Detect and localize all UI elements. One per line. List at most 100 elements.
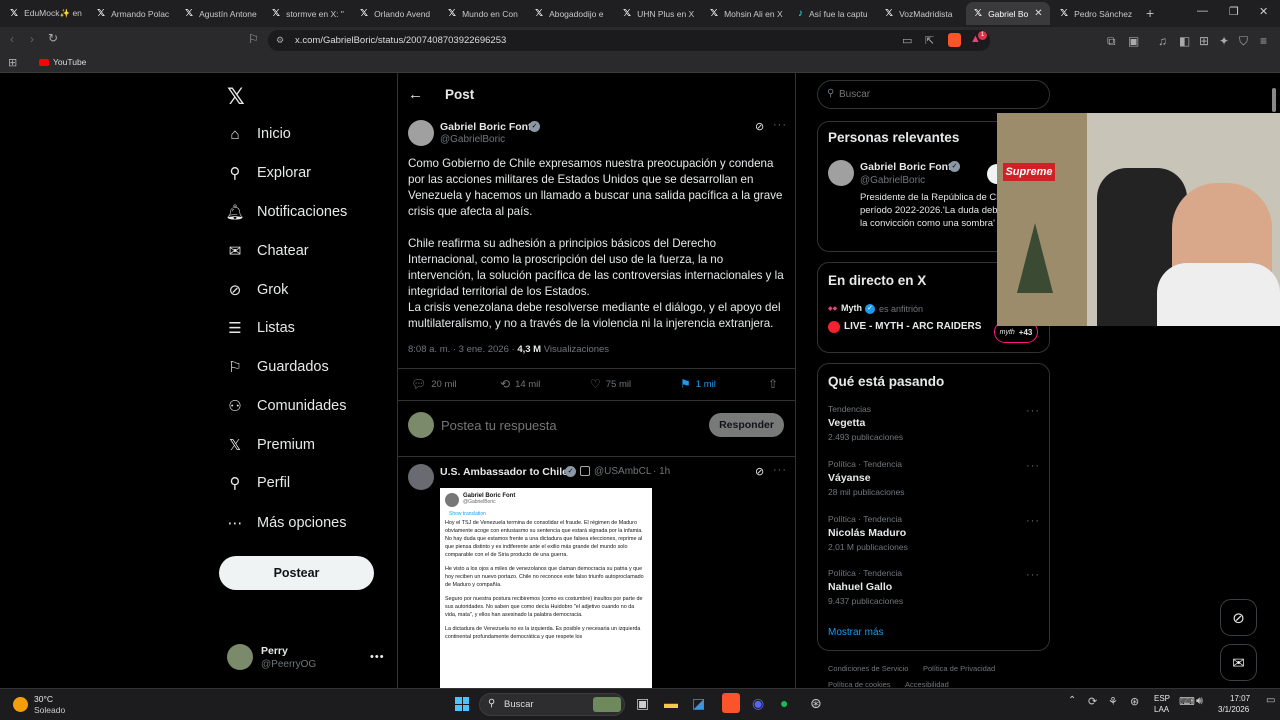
ai-icon[interactable]: ✦	[1219, 34, 1229, 48]
nav-item-guardados[interactable]: ⚐ Guardados	[226, 354, 328, 380]
nav-item-explorar[interactable]: ⚲ Explorar	[226, 160, 312, 186]
relevant-handle[interactable]: @GabrielBoric	[860, 175, 925, 186]
weather-desc[interactable]: Soleado	[34, 705, 65, 715]
cast-icon[interactable]: ▭	[902, 34, 912, 47]
tray-overflow-icon[interactable]: ⌃	[1068, 695, 1076, 706]
tray-vpn-icon[interactable]: ⚘	[1108, 695, 1118, 708]
trend-more-icon[interactable]: ···	[1026, 405, 1040, 417]
clock-time[interactable]: 17:07	[1230, 694, 1250, 703]
taskbar-search[interactable]: ⚲ Buscar	[479, 693, 625, 716]
relevant-avatar[interactable]	[828, 160, 854, 186]
browser-tab[interactable]: 𝕏 Armando Polac	[89, 2, 175, 25]
live-stream-title[interactable]: LIVE - MYTH - ARC RAIDERS	[844, 321, 981, 332]
reply-action[interactable]: 💬︎ 20 mil	[411, 377, 457, 391]
reply-author-avatar[interactable]	[408, 464, 434, 490]
close-tab-icon[interactable]: ✕	[1034, 8, 1042, 19]
trend-more-icon[interactable]: ···	[1026, 460, 1040, 472]
browser-tab[interactable]: 𝕏 Pedro Sánchez	[1052, 2, 1138, 25]
footer-link[interactable]: Condiciones de Servicio	[828, 664, 908, 673]
live-host[interactable]: Myth	[841, 303, 862, 313]
nav-item-comunidades[interactable]: ⚇ Comunidades	[226, 393, 346, 419]
browser-tab[interactable]: 𝕏 VozMadridista	[877, 2, 963, 25]
nav-item-notificaciones[interactable]: 🔔︎ Notificaciones	[225, 199, 347, 225]
reload-icon[interactable]: ↻	[48, 31, 58, 45]
back-icon[interactable]: ‹	[10, 32, 14, 46]
post-button[interactable]: Postear	[219, 556, 374, 590]
forward-icon[interactable]: ›	[30, 32, 34, 46]
browser-tab[interactable]: ♪ Así fue la captu	[790, 2, 876, 25]
bookmark-action[interactable]: ⚑ 1 mil	[680, 377, 716, 391]
share-action[interactable]: ⇧	[768, 377, 783, 391]
show-more-link[interactable]: Mostrar más	[828, 627, 884, 638]
extensions-icon[interactable]: ⧉	[1107, 34, 1116, 49]
trend-item[interactable]: Política · Tendencia Nicolás Maduro 2,01…	[828, 514, 908, 552]
nav-item-grok[interactable]: ⊘ Grok	[226, 277, 289, 303]
reply-timestamp[interactable]: · 1h	[653, 466, 670, 477]
account-avatar[interactable]	[227, 644, 253, 670]
repost-action[interactable]: ⟲ 14 mil	[500, 377, 540, 391]
menu-icon[interactable]: ≡	[1260, 34, 1267, 48]
brave-shield-icon[interactable]	[948, 33, 961, 47]
relevant-name[interactable]: Gabriel Boric Font	[860, 161, 952, 173]
trend-item[interactable]: Tendencias Vegetta 2.493 publicaciones	[828, 404, 903, 442]
leo-icon[interactable]: ⊞	[1199, 34, 1209, 48]
spotify-icon[interactable]: ●	[780, 695, 788, 711]
nav-item-perfil[interactable]: ⚲ Perfil	[226, 470, 291, 496]
browser-tab[interactable]: 𝕏 Mohsin Ali en X	[702, 2, 788, 25]
restore-icon[interactable]: ❐	[1229, 5, 1239, 18]
scrollbar-thumb[interactable]	[1272, 88, 1276, 112]
reply-input[interactable]	[441, 416, 691, 434]
browser-tab[interactable]: 𝕏 Agustín Antone	[177, 2, 263, 25]
author-handle[interactable]: @GabrielBoric	[440, 134, 505, 145]
more-icon[interactable]: ···	[773, 119, 787, 131]
browser-tab[interactable]: 𝕏 Abogadodijo e	[527, 2, 613, 25]
apps-icon[interactable]: ⊞	[8, 56, 17, 69]
embedded-screenshot-image[interactable]: Gabriel Boric Font @GabrielBoric Show tr…	[440, 488, 652, 688]
author-avatar[interactable]	[408, 120, 434, 146]
site-info-icon[interactable]: ⚙	[276, 35, 284, 46]
notifications-icon[interactable]: ▭	[1266, 695, 1275, 706]
file-explorer-icon[interactable]: ▬	[664, 695, 678, 711]
outlook-icon[interactable]: ◪	[692, 695, 705, 712]
trend-item[interactable]: Política · Tendencia Váyanse 28 mil publ…	[828, 459, 905, 497]
browser-tab[interactable]: 𝕏 UHN Plus en X	[615, 2, 701, 25]
grok-icon[interactable]: ⊘	[755, 120, 764, 133]
search-box[interactable]: ⚲	[817, 80, 1050, 109]
volume-icon[interactable]: 🔊︎	[1196, 695, 1203, 708]
nav-item-premium[interactable]: 𝕏 Premium	[226, 432, 315, 458]
grok-float-icon[interactable]: ⊘	[1220, 599, 1257, 636]
sidebar-icon[interactable]: ◧	[1179, 34, 1190, 48]
tweet-timestamp[interactable]: 8:08 a. m. · 3 ene. 2026 ·	[408, 344, 517, 355]
nav-item-chatear[interactable]: ✉ Chatear	[226, 238, 309, 264]
browser-tab[interactable]: 𝕏stormve en X: "	[264, 2, 350, 25]
browser-tab[interactable]: 𝕏 Mundo en Con	[440, 2, 526, 25]
like-action[interactable]: ♡ 75 mil	[590, 377, 631, 391]
search-input[interactable]	[839, 87, 1029, 102]
reply-button[interactable]: Responder	[709, 413, 784, 437]
discord-icon[interactable]: ◉	[752, 695, 764, 712]
language-indicator[interactable]: ESP	[1154, 694, 1170, 703]
author-name[interactable]: Gabriel Boric Font	[440, 121, 532, 133]
browser-tab[interactable]: 𝕏 Orlando Avend	[352, 2, 438, 25]
browser-tab[interactable]: 𝕏 EduMock✨ en	[2, 2, 88, 25]
back-arrow-icon[interactable]: ←	[408, 86, 423, 103]
url-text[interactable]: x.com/GabrielBoric/status/20074087039226…	[295, 35, 506, 46]
bookmark-page-icon[interactable]: ⚐	[248, 32, 259, 46]
brave-browser-icon[interactable]	[722, 693, 740, 713]
browser-tab-active[interactable]: 𝕏 Gabriel Bo ✕	[966, 2, 1050, 25]
close-window-icon[interactable]: ✕	[1259, 5, 1268, 18]
clock-date[interactable]: 3/1/2026	[1218, 705, 1249, 714]
grok-icon[interactable]: ⊘	[755, 465, 764, 478]
more-icon[interactable]: ···	[773, 464, 787, 476]
trend-more-icon[interactable]: ···	[1026, 515, 1040, 527]
tray-steam-icon[interactable]: ⊛	[1130, 695, 1139, 708]
trend-item[interactable]: Política · Tendencia Nahuel Gallo 9.437 …	[828, 568, 903, 606]
windows-start-icon[interactable]	[455, 697, 469, 711]
steam-icon[interactable]: ⊛	[810, 695, 822, 712]
footer-link[interactable]: Política de Privacidad	[923, 664, 995, 673]
nav-item-mas-opciones[interactable]: ⋯ Más opciones	[226, 510, 347, 536]
nav-item-inicio[interactable]: ⌂ Inicio	[226, 121, 290, 147]
x-logo-icon[interactable]: 𝕏	[227, 84, 245, 110]
reply-author-handle[interactable]: @USAmbCL	[594, 466, 651, 477]
network-icon[interactable]: ⌨	[1179, 695, 1195, 708]
